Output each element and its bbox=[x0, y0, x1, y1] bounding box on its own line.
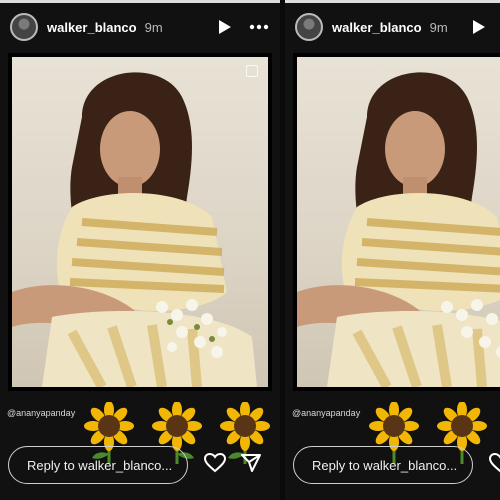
story-content[interactable] bbox=[285, 48, 500, 398]
story-header: walker_blanco 9m bbox=[295, 12, 490, 42]
more-options-icon[interactable] bbox=[248, 16, 270, 38]
story-pane-left: walker_blanco 9m @ananyapanday Reply to … bbox=[0, 0, 280, 500]
username[interactable]: walker_blanco bbox=[332, 20, 422, 35]
story-progress-bar bbox=[0, 0, 280, 3]
play-icon[interactable] bbox=[468, 16, 490, 38]
story-header: walker_blanco 9m bbox=[10, 12, 270, 42]
story-photo bbox=[8, 53, 272, 391]
mention-tag[interactable]: @ananyapanday bbox=[292, 408, 360, 418]
username[interactable]: walker_blanco bbox=[47, 20, 137, 35]
reply-input[interactable]: Reply to walker_blanco... bbox=[8, 446, 188, 484]
story-timestamp: 9m bbox=[144, 19, 163, 35]
heart-icon[interactable] bbox=[204, 452, 226, 474]
mention-tag[interactable]: @ananyapanday bbox=[7, 408, 75, 418]
story-pane-right: walker_blanco 9m @ananyapanday Reply to … bbox=[285, 0, 500, 500]
avatar[interactable] bbox=[10, 13, 38, 41]
story-timestamp: 9m bbox=[429, 19, 448, 35]
avatar[interactable] bbox=[295, 13, 323, 41]
send-icon[interactable] bbox=[240, 452, 262, 474]
story-content[interactable] bbox=[0, 48, 280, 398]
story-photo bbox=[293, 53, 500, 391]
reply-input[interactable]: Reply to walker_blanco... bbox=[293, 446, 473, 484]
play-icon[interactable] bbox=[214, 16, 236, 38]
square-outline-icon bbox=[246, 65, 258, 77]
story-progress-bar bbox=[285, 0, 500, 3]
heart-icon[interactable] bbox=[489, 452, 500, 474]
